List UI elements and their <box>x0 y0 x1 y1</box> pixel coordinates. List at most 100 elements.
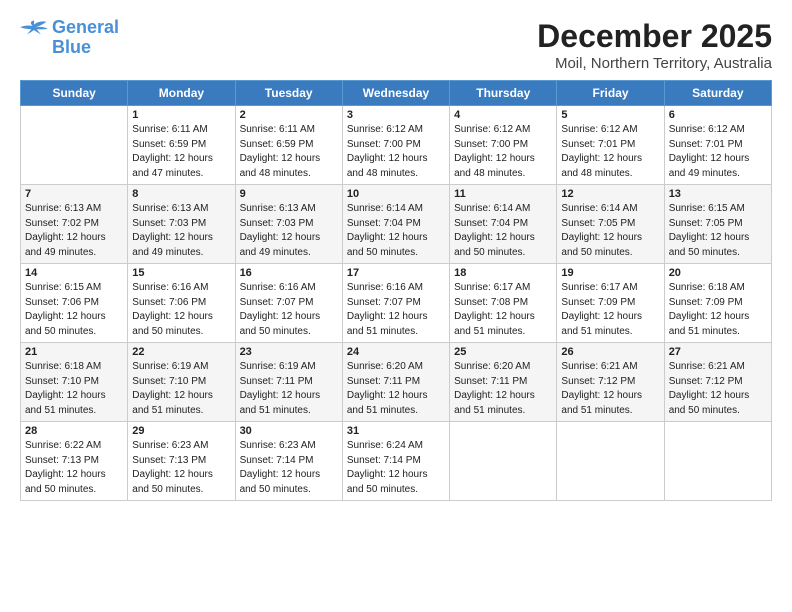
day-info: Sunrise: 6:20 AM Sunset: 7:11 PM Dayligh… <box>454 360 552 418</box>
header: General Blue December 2025 Moil, Norther… <box>20 18 772 72</box>
day-info: Sunrise: 6:11 AM Sunset: 6:59 PM Dayligh… <box>240 123 338 181</box>
day-info: Sunrise: 6:21 AM Sunset: 7:12 PM Dayligh… <box>561 360 659 418</box>
day-number: 17 <box>347 267 445 279</box>
day-number: 5 <box>561 109 659 121</box>
calendar-cell: 1 Sunrise: 6:11 AM Sunset: 6:59 PM Daylig… <box>128 106 235 185</box>
calendar-cell: 6 Sunrise: 6:12 AM Sunset: 7:01 PM Daylig… <box>664 106 771 185</box>
day-info: Sunrise: 6:18 AM Sunset: 7:10 PM Dayligh… <box>25 360 123 418</box>
day-number: 22 <box>132 346 230 358</box>
day-number: 21 <box>25 346 123 358</box>
logo-text2: Blue <box>52 38 91 58</box>
day-info: Sunrise: 6:11 AM Sunset: 6:59 PM Dayligh… <box>132 123 230 181</box>
day-number: 13 <box>669 188 767 200</box>
day-info: Sunrise: 6:21 AM Sunset: 7:12 PM Dayligh… <box>669 360 767 418</box>
day-number: 18 <box>454 267 552 279</box>
day-info: Sunrise: 6:19 AM Sunset: 7:11 PM Dayligh… <box>240 360 338 418</box>
day-info: Sunrise: 6:14 AM Sunset: 7:04 PM Dayligh… <box>347 202 445 260</box>
day-info: Sunrise: 6:17 AM Sunset: 7:09 PM Dayligh… <box>561 281 659 339</box>
day-header-monday: Monday <box>128 81 235 106</box>
calendar-cell: 7 Sunrise: 6:13 AM Sunset: 7:02 PM Daylig… <box>21 185 128 264</box>
day-info: Sunrise: 6:12 AM Sunset: 7:01 PM Dayligh… <box>669 123 767 181</box>
day-header-wednesday: Wednesday <box>342 81 449 106</box>
day-number: 4 <box>454 109 552 121</box>
day-info: Sunrise: 6:14 AM Sunset: 7:04 PM Dayligh… <box>454 202 552 260</box>
day-info: Sunrise: 6:18 AM Sunset: 7:09 PM Dayligh… <box>669 281 767 339</box>
day-info: Sunrise: 6:16 AM Sunset: 7:07 PM Dayligh… <box>347 281 445 339</box>
day-info: Sunrise: 6:23 AM Sunset: 7:14 PM Dayligh… <box>240 439 338 497</box>
calendar-cell: 12 Sunrise: 6:14 AM Sunset: 7:05 PM Dayli… <box>557 185 664 264</box>
logo-bird-icon <box>20 19 48 37</box>
day-info: Sunrise: 6:12 AM Sunset: 7:00 PM Dayligh… <box>454 123 552 181</box>
day-number: 24 <box>347 346 445 358</box>
week-row-1: 1 Sunrise: 6:11 AM Sunset: 6:59 PM Daylig… <box>21 106 772 185</box>
calendar-cell: 5Sunrise: 6:12 AM Sunset: 7:01 PM Daylig… <box>557 106 664 185</box>
day-number: 27 <box>669 346 767 358</box>
day-number: 20 <box>669 267 767 279</box>
title-area: December 2025 Moil, Northern Territory, … <box>537 18 772 72</box>
week-row-3: 14 Sunrise: 6:15 AM Sunset: 7:06 PM Dayli… <box>21 264 772 343</box>
day-info: Sunrise: 6:22 AM Sunset: 7:13 PM Dayligh… <box>25 439 123 497</box>
day-info: Sunrise: 6:14 AM Sunset: 7:05 PM Dayligh… <box>561 202 659 260</box>
calendar-cell <box>664 422 771 501</box>
day-number: 7 <box>25 188 123 200</box>
day-info: Sunrise: 6:15 AM Sunset: 7:06 PM Dayligh… <box>25 281 123 339</box>
day-info: Sunrise: 6:12 AM Sunset: 7:00 PM Dayligh… <box>347 123 445 181</box>
day-number: 30 <box>240 425 338 437</box>
day-header-tuesday: Tuesday <box>235 81 342 106</box>
calendar-cell: 13Sunrise: 6:15 AM Sunset: 7:05 PM Dayli… <box>664 185 771 264</box>
day-header-thursday: Thursday <box>450 81 557 106</box>
day-number: 8 <box>132 188 230 200</box>
calendar-cell: 19 Sunrise: 6:17 AM Sunset: 7:09 PM Dayli… <box>557 264 664 343</box>
day-number: 29 <box>132 425 230 437</box>
calendar-cell: 31Sunrise: 6:24 AM Sunset: 7:14 PM Dayli… <box>342 422 449 501</box>
day-number: 16 <box>240 267 338 279</box>
calendar-cell: 18 Sunrise: 6:17 AM Sunset: 7:08 PM Dayli… <box>450 264 557 343</box>
day-number: 2 <box>240 109 338 121</box>
day-info: Sunrise: 6:23 AM Sunset: 7:13 PM Dayligh… <box>132 439 230 497</box>
calendar-cell <box>557 422 664 501</box>
day-number: 15 <box>132 267 230 279</box>
week-row-5: 28Sunrise: 6:22 AM Sunset: 7:13 PM Dayli… <box>21 422 772 501</box>
calendar-cell: 20 Sunrise: 6:18 AM Sunset: 7:09 PM Dayli… <box>664 264 771 343</box>
calendar-cell: 28Sunrise: 6:22 AM Sunset: 7:13 PM Dayli… <box>21 422 128 501</box>
day-info: Sunrise: 6:24 AM Sunset: 7:14 PM Dayligh… <box>347 439 445 497</box>
day-info: Sunrise: 6:16 AM Sunset: 7:07 PM Dayligh… <box>240 281 338 339</box>
calendar-cell: 14 Sunrise: 6:15 AM Sunset: 7:06 PM Dayli… <box>21 264 128 343</box>
day-info: Sunrise: 6:13 AM Sunset: 7:02 PM Dayligh… <box>25 202 123 260</box>
day-number: 11 <box>454 188 552 200</box>
calendar-cell <box>21 106 128 185</box>
day-number: 14 <box>25 267 123 279</box>
day-number: 25 <box>454 346 552 358</box>
calendar-cell: 22 Sunrise: 6:19 AM Sunset: 7:10 PM Dayli… <box>128 343 235 422</box>
day-number: 6 <box>669 109 767 121</box>
day-number: 26 <box>561 346 659 358</box>
main-title: December 2025 <box>537 18 772 55</box>
header-row: SundayMondayTuesdayWednesdayThursdayFrid… <box>21 81 772 106</box>
calendar-cell: 23Sunrise: 6:19 AM Sunset: 7:11 PM Dayli… <box>235 343 342 422</box>
calendar-cell <box>450 422 557 501</box>
calendar-cell: 26 Sunrise: 6:21 AM Sunset: 7:12 PM Dayli… <box>557 343 664 422</box>
subtitle: Moil, Northern Territory, Australia <box>537 55 772 72</box>
calendar-cell: 11 Sunrise: 6:14 AM Sunset: 7:04 PM Dayli… <box>450 185 557 264</box>
day-number: 3 <box>347 109 445 121</box>
calendar-cell: 3 Sunrise: 6:12 AM Sunset: 7:00 PM Daylig… <box>342 106 449 185</box>
day-number: 9 <box>240 188 338 200</box>
day-number: 1 <box>132 109 230 121</box>
calendar-cell: 2 Sunrise: 6:11 AM Sunset: 6:59 PM Daylig… <box>235 106 342 185</box>
calendar-cell: 16 Sunrise: 6:16 AM Sunset: 7:07 PM Dayli… <box>235 264 342 343</box>
week-row-2: 7 Sunrise: 6:13 AM Sunset: 7:02 PM Daylig… <box>21 185 772 264</box>
calendar-cell: 30 Sunrise: 6:23 AM Sunset: 7:14 PM Dayli… <box>235 422 342 501</box>
calendar-cell: 15Sunrise: 6:16 AM Sunset: 7:06 PM Dayli… <box>128 264 235 343</box>
day-info: Sunrise: 6:17 AM Sunset: 7:08 PM Dayligh… <box>454 281 552 339</box>
day-info: Sunrise: 6:19 AM Sunset: 7:10 PM Dayligh… <box>132 360 230 418</box>
calendar-table: SundayMondayTuesdayWednesdayThursdayFrid… <box>20 80 772 501</box>
calendar-cell: 27 Sunrise: 6:21 AM Sunset: 7:12 PM Dayli… <box>664 343 771 422</box>
calendar-cell: 4 Sunrise: 6:12 AM Sunset: 7:00 PM Daylig… <box>450 106 557 185</box>
day-info: Sunrise: 6:20 AM Sunset: 7:11 PM Dayligh… <box>347 360 445 418</box>
logo: General Blue <box>20 18 119 58</box>
day-number: 19 <box>561 267 659 279</box>
calendar-cell: 21 Sunrise: 6:18 AM Sunset: 7:10 PM Dayli… <box>21 343 128 422</box>
logo-text: General <box>52 18 119 38</box>
calendar-cell: 9Sunrise: 6:13 AM Sunset: 7:03 PM Daylig… <box>235 185 342 264</box>
day-number: 12 <box>561 188 659 200</box>
